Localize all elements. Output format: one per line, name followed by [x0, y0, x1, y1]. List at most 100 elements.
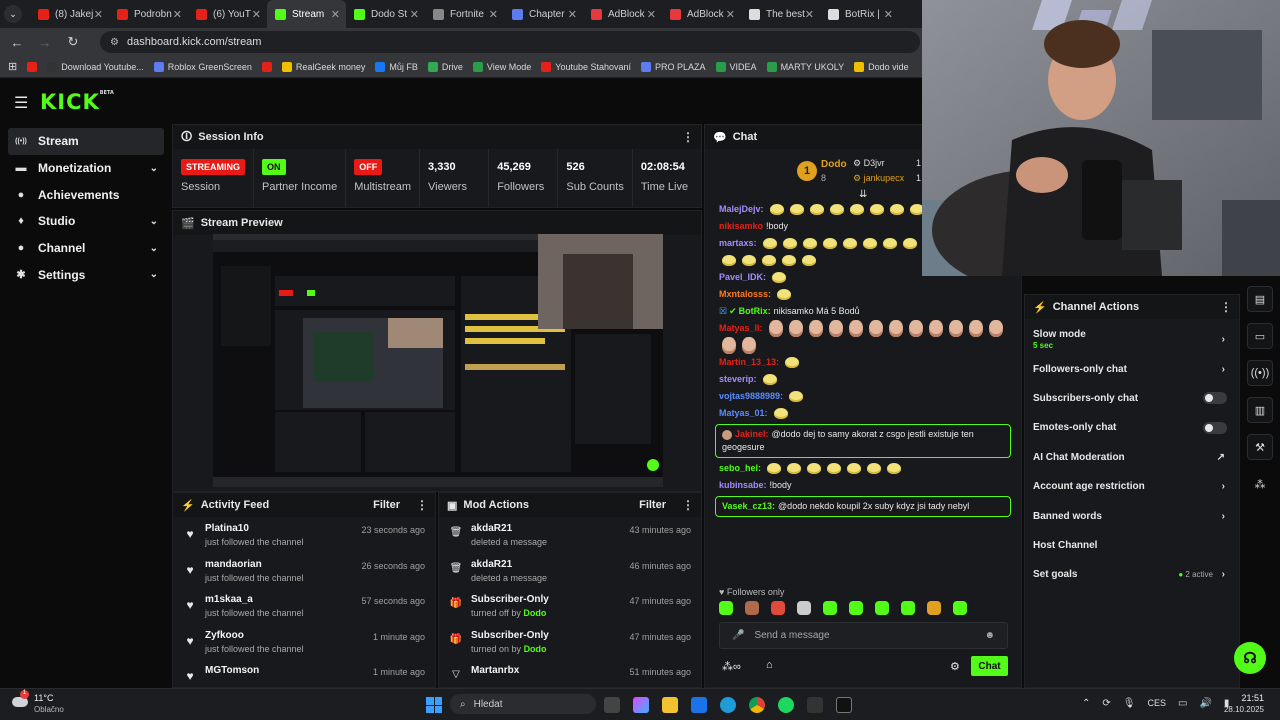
users-icon[interactable]: ⁂ — [1247, 471, 1273, 497]
tab-close-icon[interactable]: ✕ — [884, 8, 893, 21]
chat-bubble-icon[interactable]: ▭ — [1247, 323, 1273, 349]
bookmark[interactable]: Drive — [427, 61, 463, 72]
toggle-switch[interactable] — [1203, 392, 1227, 405]
emote-icon[interactable] — [797, 601, 811, 615]
channel-action-account-age-restriction[interactable]: Account age restriction › — [1025, 472, 1239, 501]
activity-username[interactable]: mandaorian — [205, 559, 304, 570]
tab-close-icon[interactable]: ✕ — [94, 8, 103, 21]
mod-row[interactable]: 🗑 akdaR21 deleted a message 43 minutes ago — [439, 517, 701, 553]
browser-tab[interactable]: BotRix | ✕ — [820, 0, 899, 28]
chat-username[interactable]: vojtas9888989: — [719, 391, 783, 401]
browser-tab[interactable]: (8) Jakej ✕ — [30, 0, 109, 28]
mod-actor[interactable]: Dodo — [524, 644, 547, 654]
chat-username[interactable]: Martin_13_13: — [719, 357, 779, 367]
tab-close-icon[interactable]: ✕ — [489, 8, 498, 21]
language[interactable]: CES — [1147, 698, 1166, 709]
mic-icon[interactable]: 🎤 — [732, 630, 744, 641]
chat-username[interactable]: kubinsabe: — [719, 480, 767, 490]
chat-username[interactable]: Mxntalosss: — [719, 289, 771, 299]
tab-close-icon[interactable]: ✕ — [410, 8, 419, 21]
browser-tab[interactable]: Stream ✕ — [267, 0, 346, 28]
bookmark[interactable]: Youtube Stahovaní — [541, 61, 631, 72]
send-chat-button[interactable]: Chat — [971, 656, 1008, 676]
chat-username[interactable]: Matyas_ll: — [719, 323, 763, 333]
mic-icon[interactable]: 🎙 — [1123, 698, 1136, 709]
channel-action-slow-mode[interactable]: Slow mode 5 sec › — [1025, 325, 1239, 354]
layout-icon[interactable]: ▥ — [1247, 397, 1273, 423]
channel-action-subscribers-only-chat[interactable]: Subscribers-only chat — [1025, 384, 1239, 413]
browser-tab[interactable]: AdBlock ✕ — [662, 0, 741, 28]
browser-tab[interactable]: The best ✕ — [741, 0, 820, 28]
channel-action-ai-chat-moderation[interactable]: AI Chat Moderation ↗ — [1025, 443, 1239, 472]
browser-tab[interactable]: Podrobn ✕ — [109, 0, 188, 28]
chat-username[interactable]: sebo_hel: — [719, 463, 761, 473]
tab-close-icon[interactable]: ✕ — [252, 8, 261, 21]
sidebar-item-stream[interactable]: ((•)) Stream — [8, 128, 164, 155]
browser-tab[interactable]: Chapter ✕ — [504, 0, 583, 28]
emote-icon[interactable] — [875, 601, 889, 615]
tools-icon[interactable]: ⚒ — [1247, 434, 1273, 460]
browser-tab[interactable]: Fortnite ✕ — [425, 0, 504, 28]
expand-icon[interactable]: ⇊ — [859, 189, 867, 200]
bookmark[interactable]: RealGeek money — [281, 61, 365, 72]
menu-icon[interactable]: ☰ — [14, 93, 28, 113]
emote-icon[interactable] — [901, 601, 915, 615]
weather-icon[interactable]: 1 — [12, 690, 32, 712]
chat-username[interactable]: Vasek_cz13: — [722, 501, 775, 511]
emote-icon[interactable] — [953, 601, 967, 615]
browser-tab[interactable]: Dodo St ✕ — [346, 0, 425, 28]
chat-username[interactable]: nikisamko — [719, 221, 763, 231]
apps-grid-icon[interactable]: ⊞ — [8, 60, 17, 73]
mod-actor[interactable]: Dodo — [523, 608, 546, 618]
epic-games-icon[interactable] — [836, 697, 852, 713]
tab-search-icon[interactable]: ⌄ — [4, 5, 22, 23]
chat-username[interactable]: Jakinel: — [735, 429, 769, 439]
tab-close-icon[interactable]: ✕ — [331, 8, 340, 21]
tab-close-icon[interactable]: ✕ — [568, 8, 577, 21]
chat-username[interactable]: BotRix: — [739, 306, 771, 316]
bookmark[interactable]: Download Youtube... — [47, 61, 144, 72]
bookmark[interactable]: Dodo vide — [854, 61, 909, 72]
spotify-icon[interactable] — [778, 697, 794, 713]
mod-row[interactable]: 🗑 akdaR21 deleted a message 46 minutes ago — [439, 553, 701, 589]
sidebar-item-channel[interactable]: ● Channel ⌄ — [8, 235, 164, 262]
activity-username[interactable]: Zyfkooo — [205, 630, 304, 641]
channel-action-host-channel[interactable]: Host Channel — [1025, 531, 1239, 560]
activity-row[interactable]: ♥ Platina10 just followed the channel 23 se… — [173, 517, 435, 553]
activity-username[interactable]: MGTomson — [205, 665, 259, 676]
more-icon[interactable]: ⋮ — [1220, 300, 1232, 314]
bookmark[interactable] — [27, 61, 38, 72]
chat-username[interactable]: MalejDejv: — [719, 204, 764, 214]
forward-icon[interactable]: → — [38, 35, 52, 50]
bookmark[interactable]: PRO PLAZA — [641, 61, 706, 72]
activity-username[interactable]: Platina10 — [205, 523, 304, 534]
copilot-icon[interactable] — [633, 697, 649, 713]
more-icon[interactable]: ⋮ — [682, 130, 694, 144]
notes-icon[interactable]: ▤ — [1247, 286, 1273, 312]
channel-action-emotes-only-chat[interactable]: Emotes-only chat — [1025, 413, 1239, 442]
support-icon[interactable]: ☊ — [1234, 642, 1266, 674]
chat-username[interactable]: Pavel_IDK: — [719, 272, 766, 282]
mod-row[interactable]: 🎁 Subscriber-Only turned off by Dodo 47 min… — [439, 588, 701, 624]
gift-icon[interactable]: ⌂ — [766, 659, 773, 671]
emote-icon[interactable] — [745, 601, 759, 615]
reload-icon[interactable]: ↻ — [66, 34, 80, 50]
tab-close-icon[interactable]: ✕ — [647, 8, 656, 21]
emote-icon[interactable] — [719, 601, 733, 615]
channel-action-banned-words[interactable]: Banned words › — [1025, 501, 1239, 530]
chat-input[interactable]: 🎤 Send a message ☻ — [719, 622, 1008, 649]
more-icon[interactable]: ⋮ — [682, 498, 694, 512]
toggle-switch[interactable] — [1203, 421, 1227, 434]
browser-tab[interactable]: AdBlock ✕ — [583, 0, 662, 28]
browser-tab[interactable]: (6) YouT ✕ — [188, 0, 267, 28]
explorer-icon[interactable] — [662, 697, 678, 713]
mod-row[interactable]: 🎁 Subscriber-Only turned on by Dodo 47 minu… — [439, 624, 701, 660]
emote-icon[interactable] — [771, 601, 785, 615]
sidebar-item-studio[interactable]: ♦ Studio ⌄ — [8, 208, 164, 235]
clock-date[interactable]: 28.10.2025 — [1208, 705, 1264, 714]
chrome-icon[interactable] — [749, 697, 765, 713]
channel-action-followers-only-chat[interactable]: Followers-only chat › — [1025, 354, 1239, 383]
activity-row[interactable]: ♥ mandaorian just followed the channel 26 s… — [173, 553, 435, 589]
sync-icon[interactable]: ⟳ — [1102, 698, 1110, 709]
url-field[interactable]: ⚙ dashboard.kick.com/stream — [100, 31, 920, 53]
